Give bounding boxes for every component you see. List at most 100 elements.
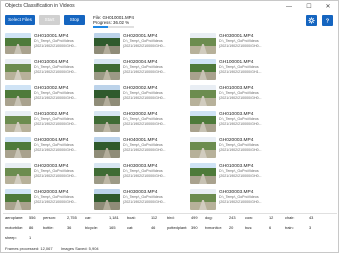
stat-value: 86 — [29, 225, 34, 230]
video-card[interactable]: GH020002.MP4 D:\_Temp\_GoProVideos (2021/1… — [90, 111, 200, 137]
video-card[interactable]: GH010003.MP4 D:\_Temp\_GoProVideos (2021/1… — [186, 163, 296, 189]
frames-processed: Frames processed: 12,067 — [5, 246, 53, 251]
stat-item: pottedplant: 390 — [167, 225, 198, 230]
stat-label: cow: — [245, 215, 253, 220]
stat-value: 1,181 — [109, 215, 119, 220]
stat-value: 20 — [229, 225, 234, 230]
stat-label: chair: — [285, 215, 295, 220]
stat-label: dog: — [205, 215, 213, 220]
video-meta: GH030001.MP4 D:\_Temp\_GoProVideos (2021/1… — [219, 34, 294, 48]
stat-item: train: 3 — [285, 225, 311, 230]
video-path-detail: (2021/1902/210000/GH1... — [219, 69, 262, 74]
video-card[interactable]: GH030001.MP4 D:\_Temp\_GoProVideos (2021/1… — [186, 33, 296, 59]
video-card[interactable]: GH020004.MP4 D:\_Temp\_GoProVideos (2021/1… — [90, 59, 200, 85]
stat-value: 36 — [67, 225, 72, 230]
stat-value: 3 — [309, 225, 312, 230]
video-thumbnail — [190, 137, 216, 158]
video-card[interactable]: GH030003.MP4 D:\_Temp\_GoProVideos (2021/1… — [186, 189, 296, 213]
divider — [3, 213, 337, 214]
video-card[interactable]: GH020003.MP4 D:\_Temp\_GoProVideos (2021/1… — [186, 137, 296, 163]
video-path-detail: (2021/1902/210000/GH0... — [219, 199, 262, 204]
title-bar: Objects Classification in Videos — ☐ ✕ — [1, 1, 338, 13]
stat-label: motorbike: — [5, 225, 24, 230]
video-meta: GH020003.MP4 D:\_Temp\_GoProVideos (2021/1… — [219, 138, 294, 152]
select-files-button[interactable]: Select Files — [5, 15, 35, 25]
stat-value: 112 — [151, 215, 158, 220]
stat-label: train: — [285, 225, 294, 230]
video-thumbnail — [94, 189, 120, 210]
file-info: File: GH010001.MP4 Progress: 36.02 % — [93, 15, 134, 25]
video-card[interactable]: GH030003.MP4 D:\_Temp\_GoProVideos (2021/1… — [90, 189, 200, 213]
stat-value: 243 — [229, 215, 236, 220]
video-thumbnail — [5, 163, 31, 184]
footer: Frames processed: 12,067 Images Saved: 5… — [5, 246, 99, 251]
stat-label: tvmonitor: — [205, 225, 223, 230]
stat-item: chair: 43 — [285, 215, 313, 220]
stat-item: bicycle: 165 — [85, 225, 116, 230]
video-thumbnail — [94, 111, 120, 132]
video-thumbnail — [190, 85, 216, 106]
stat-value: 43 — [309, 215, 314, 220]
video-card[interactable]: GH100001.MP4 D:\_Temp\_GoProVideos (2021/1… — [186, 59, 296, 85]
video-card[interactable]: GH020001.MP4 D:\_Temp\_GoProVideos (2021/1… — [90, 33, 200, 59]
stat-item: bus: 6 — [245, 225, 271, 230]
video-meta: GH100001.MP4 D:\_Temp\_GoProVideos (2021/1… — [219, 60, 294, 74]
video-card[interactable]: GH010003.MP4 D:\_Temp\_GoProVideos (2021/1… — [186, 85, 296, 111]
settings-button[interactable] — [306, 15, 317, 26]
maximize-button[interactable]: ☐ — [302, 1, 316, 13]
stat-item: car: 1,181 — [85, 215, 119, 220]
video-card[interactable]: GH020002.MP4 D:\_Temp\_GoProVideos (2021/1… — [90, 85, 200, 111]
stat-label: pottedplant: — [167, 225, 188, 230]
video-thumbnail — [94, 137, 120, 158]
video-card[interactable]: GH030003.MP4 D:\_Temp\_GoProVideos (2021/1… — [90, 163, 200, 189]
video-path-detail: (2021/1902/210000/GH0... — [219, 95, 262, 100]
video-thumbnail — [94, 33, 120, 54]
minimize-button[interactable]: — — [282, 1, 296, 13]
video-thumbnail — [190, 33, 216, 54]
help-icon: ? — [326, 19, 330, 24]
stat-label: bus: — [245, 225, 253, 230]
app-window: Objects Classification in Videos — ☐ ✕ S… — [0, 0, 339, 253]
stat-value: 165 — [109, 225, 116, 230]
stat-item: bird: 499 — [167, 215, 198, 220]
stat-value: 6 — [269, 225, 272, 230]
video-grid: GH010001.MP4 D:\_Temp\_GoProVideos (2021/1… — [1, 32, 339, 213]
stat-label: sheep: — [5, 235, 17, 240]
images-saved: Images Saved: 5,904 — [60, 246, 99, 251]
stat-value: 2,755 — [67, 215, 77, 220]
start-button[interactable]: Start — [39, 15, 60, 25]
stat-label: aeroplane: — [5, 215, 24, 220]
stat-item: bottle: 36 — [43, 225, 71, 230]
gear-icon — [308, 17, 315, 24]
video-thumbnail — [190, 111, 216, 132]
stat-value: 12 — [269, 215, 274, 220]
video-thumbnail — [5, 59, 31, 80]
video-thumbnail — [94, 85, 120, 106]
stat-value: 1 — [29, 235, 32, 240]
stat-item: tvmonitor: 20 — [205, 225, 233, 230]
stat-label: cat: — [127, 225, 134, 230]
video-thumbnail — [190, 189, 216, 210]
close-button[interactable]: ✕ — [321, 1, 335, 13]
stat-item: dog: 243 — [205, 215, 236, 220]
video-path-detail: (2021/1902/210000/GH0... — [219, 43, 262, 48]
help-button[interactable]: ? — [322, 15, 333, 26]
video-thumbnail — [190, 59, 216, 80]
progress-bar — [93, 26, 134, 28]
video-meta: GH010003.MP4 D:\_Temp\_GoProVideos (2021/1… — [219, 86, 294, 100]
video-thumbnail — [5, 189, 31, 210]
video-path-detail: (2021/1902/210000/GH0... — [219, 121, 262, 126]
stat-item: boat: 112 — [127, 215, 157, 220]
video-card[interactable]: GH040001.MP4 D:\_Temp\_GoProVideos (2021/1… — [90, 137, 200, 163]
progress-label: Progress: 36.02 % — [93, 20, 130, 25]
stat-item: sheep: 1 — [5, 235, 31, 240]
video-thumbnail — [94, 59, 120, 80]
stop-button[interactable]: Stop — [64, 15, 85, 25]
stat-value: 46 — [151, 225, 156, 230]
video-meta: GH030003.MP4 D:\_Temp\_GoProVideos (2021/1… — [219, 190, 294, 204]
stat-item: aeroplane: 556 — [5, 215, 36, 220]
stat-label: car: — [85, 215, 92, 220]
video-thumbnail — [94, 163, 120, 184]
video-thumbnail — [190, 163, 216, 184]
video-card[interactable]: GH010003.MP4 D:\_Temp\_GoProVideos (2021/1… — [186, 111, 296, 137]
